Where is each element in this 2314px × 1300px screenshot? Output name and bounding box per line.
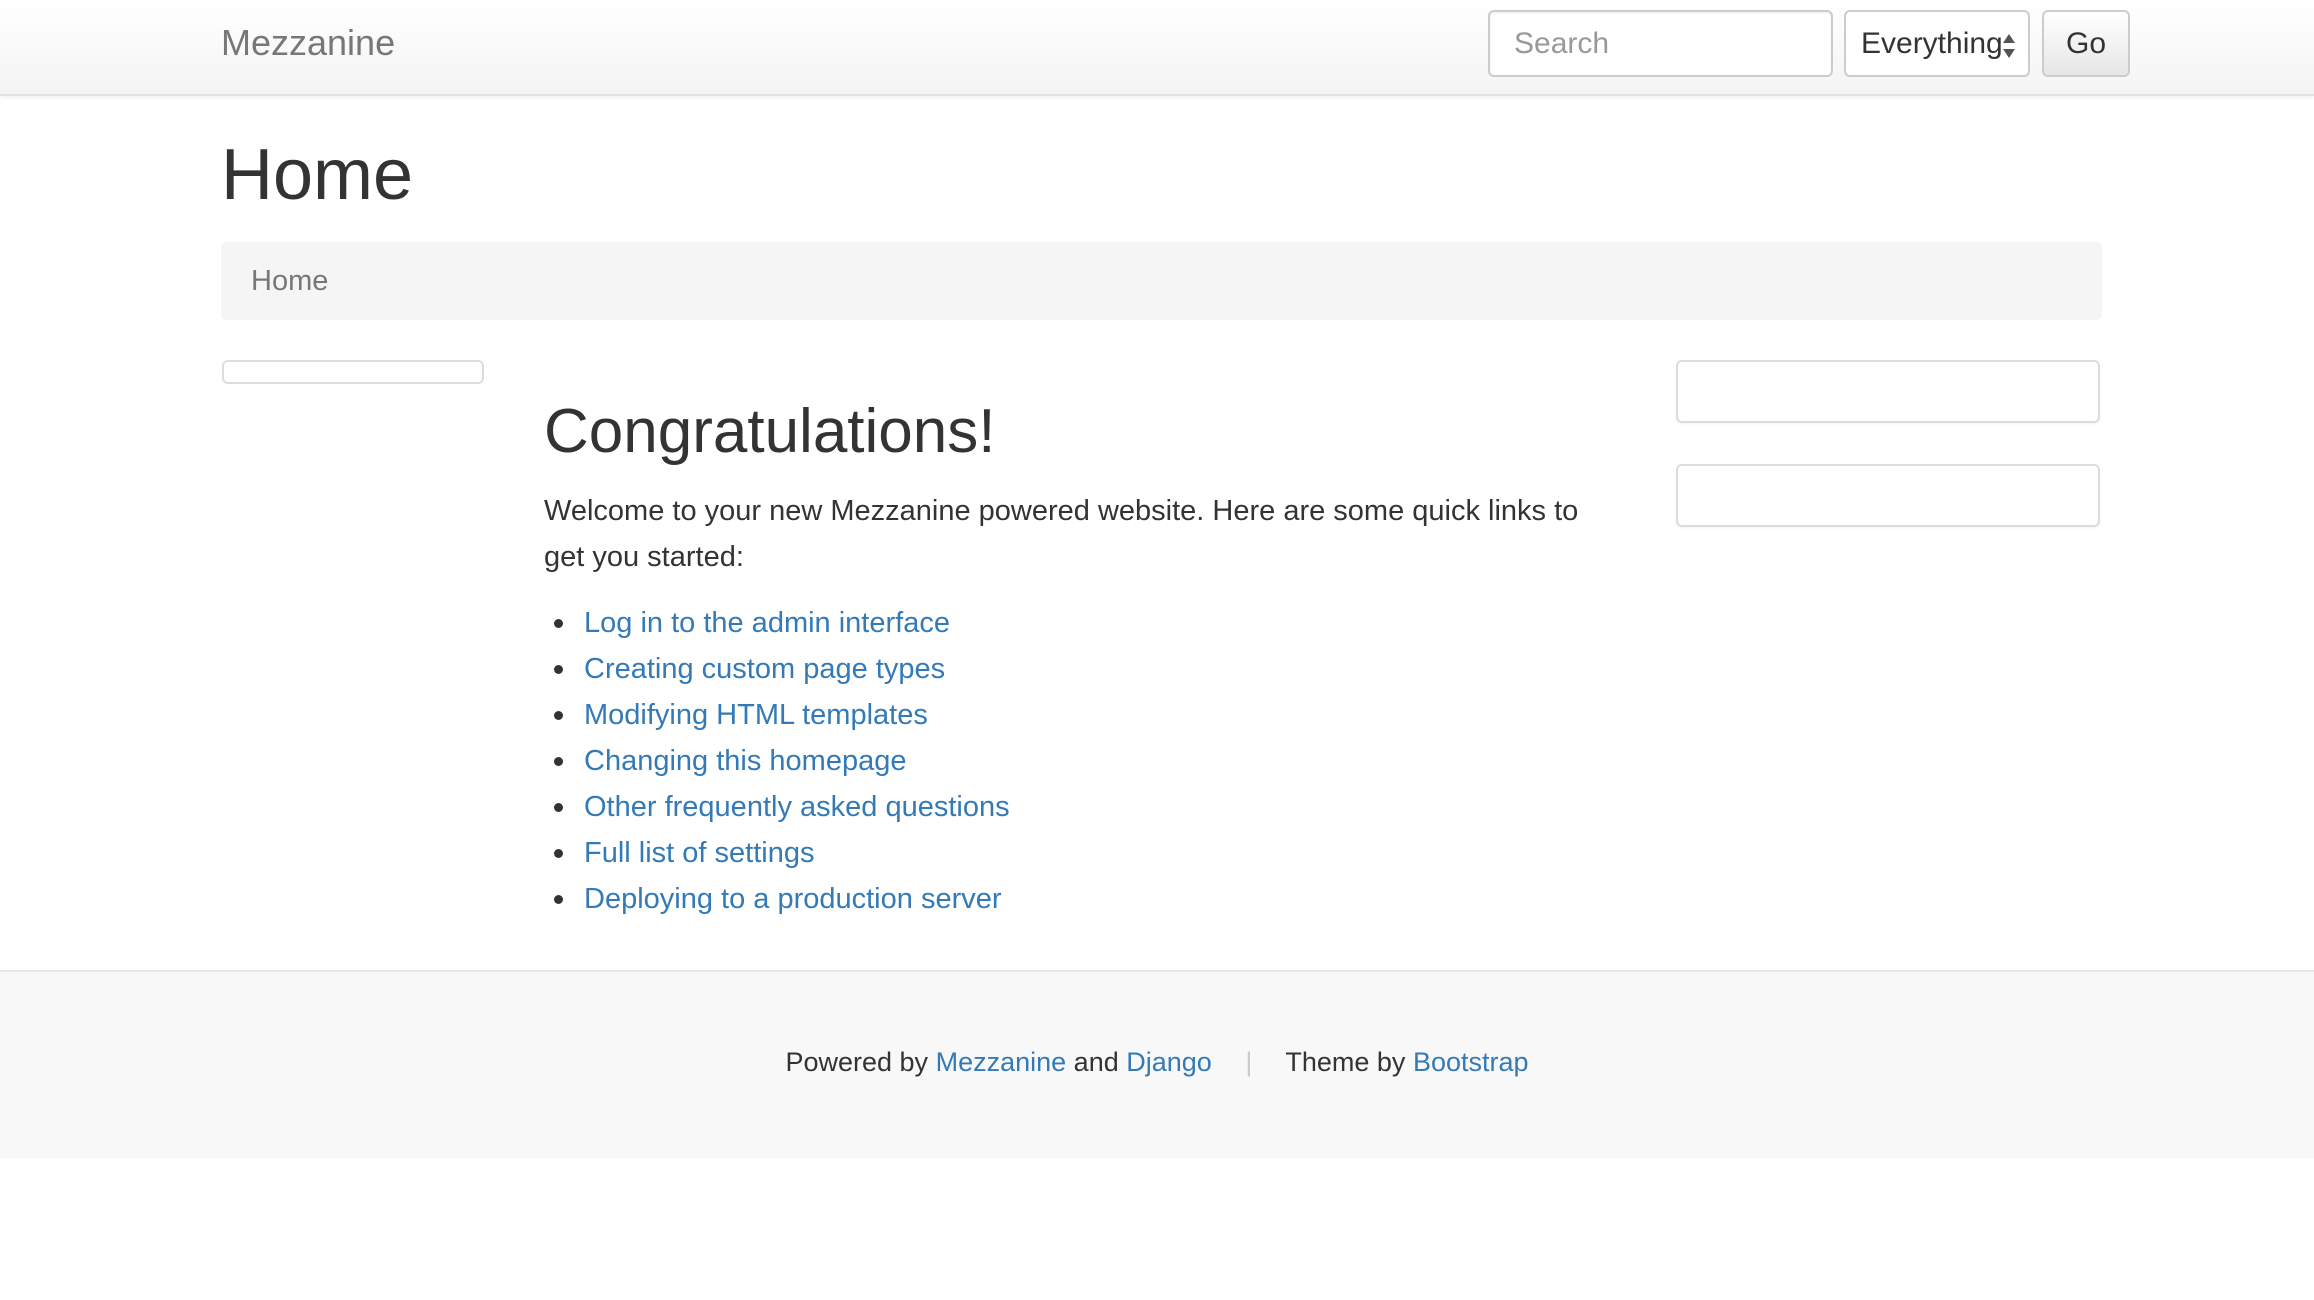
faq-link[interactable]: Other frequently asked questions <box>584 791 1010 823</box>
right-sidebar-panel <box>1676 360 2100 423</box>
theme-by-text: Theme by <box>1285 1047 1406 1077</box>
powered-by-text: Powered by <box>785 1047 929 1077</box>
bullet-icon <box>554 619 563 628</box>
search-scope-value: Everything <box>1861 26 2003 60</box>
list-item: Deploying to a production server <box>544 876 1604 922</box>
html-templates-link[interactable]: Modifying HTML templates <box>584 699 928 731</box>
navbar: Mezzanine Everything Go <box>0 0 2314 96</box>
content-heading: Congratulations! <box>544 397 996 466</box>
brand-link[interactable]: Mezzanine <box>221 20 395 66</box>
breadcrumb-item-home: Home <box>251 265 329 297</box>
footer-credits: Powered by Mezzanine and Django | Theme … <box>0 1042 2314 1082</box>
settings-link[interactable]: Full list of settings <box>584 837 814 869</box>
list-item: Changing this homepage <box>544 738 1604 784</box>
list-item: Modifying HTML templates <box>544 692 1604 738</box>
left-sidebar-panel <box>222 360 484 384</box>
quick-links-list: Log in to the admin interface Creating c… <box>544 600 1604 922</box>
footer: Powered by Mezzanine and Django | Theme … <box>0 970 2314 1158</box>
go-button[interactable]: Go <box>2042 10 2130 77</box>
mezzanine-link[interactable]: Mezzanine <box>936 1047 1067 1077</box>
homepage-link[interactable]: Changing this homepage <box>584 745 906 777</box>
deploying-link[interactable]: Deploying to a production server <box>584 883 1002 915</box>
up-down-arrows-icon <box>2003 34 2015 58</box>
search-input[interactable] <box>1488 10 1833 77</box>
intro-text: Welcome to your new Mezzanine powered we… <box>544 495 1579 573</box>
page-title: Home <box>221 135 414 215</box>
custom-page-types-link[interactable]: Creating custom page types <box>584 653 945 685</box>
footer-separator: | <box>1245 1047 1253 1077</box>
list-item: Other frequently asked questions <box>544 784 1604 830</box>
list-item: Creating custom page types <box>544 646 1604 692</box>
bullet-icon <box>554 895 563 904</box>
search-scope-select[interactable]: Everything <box>1844 10 2030 77</box>
list-item: Full list of settings <box>544 830 1604 876</box>
bullet-icon <box>554 757 563 766</box>
main-content: Congratulations! Welcome to your new Mez… <box>544 392 1604 922</box>
bullet-icon <box>554 711 563 720</box>
and-text: and <box>1073 1047 1119 1077</box>
right-sidebar-panel <box>1676 464 2100 527</box>
bullet-icon <box>554 849 563 858</box>
django-link[interactable]: Django <box>1126 1047 1212 1077</box>
bootstrap-link[interactable]: Bootstrap <box>1413 1047 1529 1077</box>
breadcrumb: Home <box>221 242 2102 320</box>
admin-login-link[interactable]: Log in to the admin interface <box>584 607 950 639</box>
list-item: Log in to the admin interface <box>544 600 1604 646</box>
bullet-icon <box>554 803 563 812</box>
bullet-icon <box>554 665 563 674</box>
